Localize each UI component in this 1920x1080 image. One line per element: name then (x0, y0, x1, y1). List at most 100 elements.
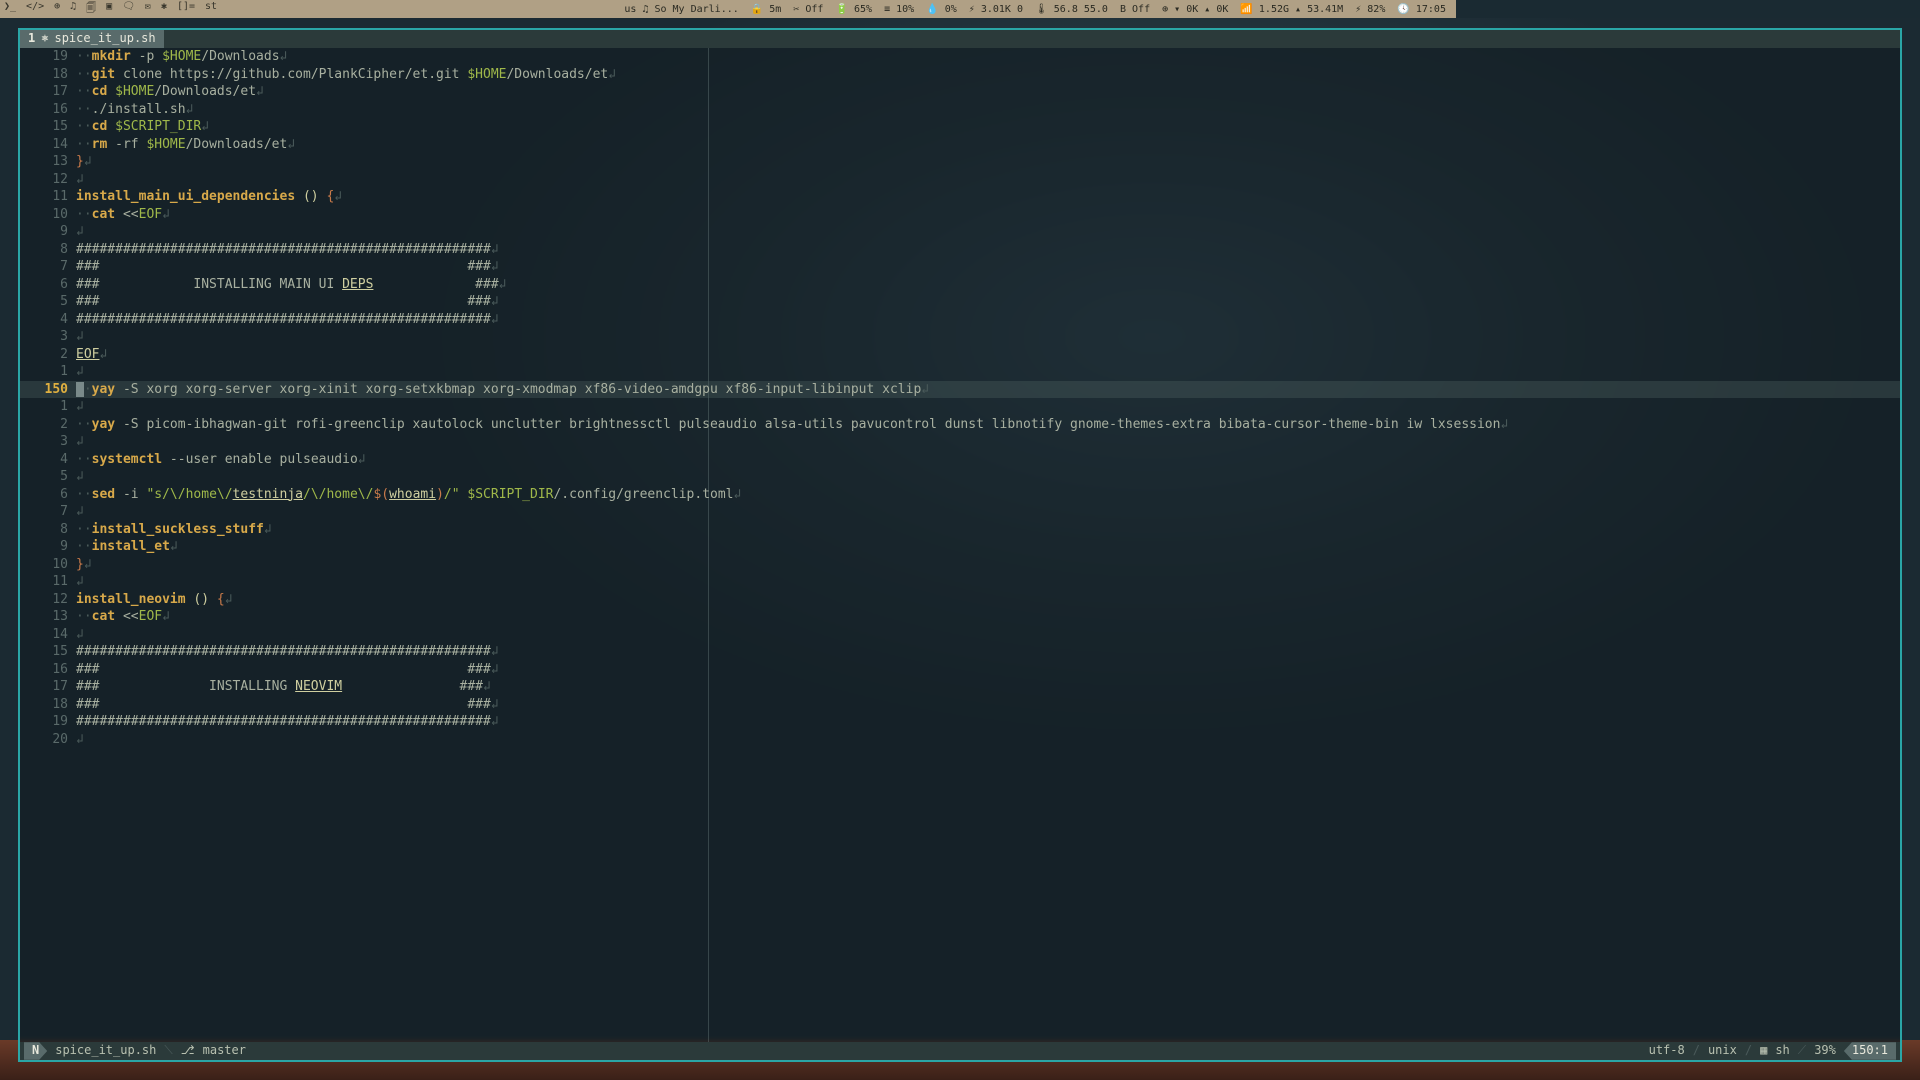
line-content[interactable]: ··mkdir -p $HOME/Downloads↲ (76, 48, 1900, 66)
code-line[interactable]: 150 ·yay -S xorg xorg-server xorg-xinit … (20, 381, 1900, 399)
tray-icon-7[interactable]: ✉ (145, 1, 151, 18)
code-line[interactable]: 13··cat <<EOF↲ (20, 608, 1900, 626)
code-line[interactable]: 19··mkdir -p $HOME/Downloads↲ (20, 48, 1900, 66)
line-content[interactable]: ··sed -i "s/\/home\/testninja/\/home\/$(… (76, 486, 1900, 504)
line-content[interactable]: ↲ (76, 328, 1900, 346)
code-line[interactable]: 14··rm -rf $HOME/Downloads/et↲ (20, 136, 1900, 154)
code-line[interactable]: 19######################################… (20, 713, 1900, 731)
line-content[interactable]: ### ###↲ (76, 293, 1900, 311)
line-content[interactable]: ·yay -S xorg xorg-server xorg-xinit xorg… (76, 381, 1900, 399)
code-line[interactable]: 14↲ (20, 626, 1900, 644)
code-line[interactable]: 4#######################################… (20, 311, 1900, 329)
tray-icon-3[interactable]: ♫ (70, 1, 76, 18)
line-content[interactable]: ··cd $HOME/Downloads/et↲ (76, 83, 1900, 101)
code-line[interactable]: 20↲ (20, 731, 1900, 749)
code-lines[interactable]: 19··mkdir -p $HOME/Downloads↲18··git clo… (20, 48, 1900, 1042)
code-line[interactable]: 10}↲ (20, 556, 1900, 574)
code-line[interactable]: 8··install_suckless_stuff↲ (20, 521, 1900, 539)
code-line[interactable]: 15######################################… (20, 643, 1900, 661)
code-line[interactable]: 5### ###↲ (20, 293, 1900, 311)
line-content[interactable]: ↲ (76, 731, 1900, 749)
tab-active[interactable]: 1 ⎈ spice_it_up.sh (20, 30, 164, 48)
code-line[interactable]: 16### ###↲ (20, 661, 1900, 679)
line-content[interactable]: ··./install.sh↲ (76, 101, 1900, 119)
line-content[interactable]: ↲ (76, 363, 1900, 381)
eol-marker: ↲ (186, 102, 194, 117)
line-content[interactable]: ### ###↲ (76, 696, 1900, 714)
tray-icon-9[interactable]: []= (177, 1, 195, 18)
line-content[interactable]: ↲ (76, 626, 1900, 644)
tray-icon-4[interactable]: 🗐 (86, 1, 96, 18)
code-line[interactable]: 13}↲ (20, 153, 1900, 171)
line-content[interactable]: }↲ (76, 153, 1900, 171)
line-content[interactable]: EOF↲ (76, 346, 1900, 364)
code-line[interactable]: 6··sed -i "s/\/home\/testninja/\/home\/$… (20, 486, 1900, 504)
line-content[interactable]: ··git clone https://github.com/PlankCiph… (76, 66, 1900, 84)
line-content[interactable]: ### ###↲ (76, 258, 1900, 276)
code-line[interactable]: 11install_main_ui_dependencies () {↲ (20, 188, 1900, 206)
line-content[interactable]: ↲ (76, 171, 1900, 189)
code-line[interactable]: 3↲ (20, 433, 1900, 451)
line-content[interactable]: ··systemctl --user enable pulseaudio↲ (76, 451, 1900, 469)
line-content[interactable]: ### INSTALLING NEOVIM ###↲ (76, 678, 1900, 696)
line-content[interactable]: ### ###↲ (76, 661, 1900, 679)
line-content[interactable]: ↲ (76, 573, 1900, 591)
line-content[interactable]: ··cd $SCRIPT_DIR↲ (76, 118, 1900, 136)
eol-marker: ↲ (921, 382, 929, 397)
line-content[interactable]: ### INSTALLING MAIN UI DEPS ###↲ (76, 276, 1900, 294)
line-content[interactable]: install_main_ui_dependencies () {↲ (76, 188, 1900, 206)
code-line[interactable]: 18··git clone https://github.com/PlankCi… (20, 66, 1900, 84)
tray-icon-0[interactable]: ❯_ (4, 1, 16, 18)
editor-tabbar[interactable]: 1 ⎈ spice_it_up.sh (20, 30, 1900, 48)
line-content[interactable]: ↲ (76, 468, 1900, 486)
code-line[interactable]: 1↲ (20, 363, 1900, 381)
editor-viewport[interactable]: 19··mkdir -p $HOME/Downloads↲18··git clo… (20, 48, 1900, 1042)
code-line[interactable]: 8#######################################… (20, 241, 1900, 259)
terminal-window[interactable]: 1 ⎈ spice_it_up.sh 19··mkdir -p $HOME/Do… (18, 28, 1902, 1062)
code-line[interactable]: 18### ###↲ (20, 696, 1900, 714)
code-line[interactable]: 2··yay -S picom-ibhagwan-git rofi-greenc… (20, 416, 1900, 434)
code-line[interactable]: 2EOF↲ (20, 346, 1900, 364)
code-line[interactable]: 17··cd $HOME/Downloads/et↲ (20, 83, 1900, 101)
tray-icons[interactable]: ❯_ </> ⊕ ♫ 🗐 ▣ 🗨 ✉ ✱ []= st (4, 1, 217, 18)
code-line[interactable]: 12install_neovim () {↲ (20, 591, 1900, 609)
line-content[interactable]: ↲ (76, 223, 1900, 241)
code-line[interactable]: 17### INSTALLING NEOVIM ###↲ (20, 678, 1900, 696)
line-content[interactable]: ########################################… (76, 643, 1900, 661)
code-line[interactable]: 9··install_et↲ (20, 538, 1900, 556)
line-content[interactable]: ··yay -S picom-ibhagwan-git rofi-greencl… (76, 416, 1900, 434)
code-line[interactable]: 1↲ (20, 398, 1900, 416)
tray-icon-8[interactable]: ✱ (161, 1, 167, 18)
code-line[interactable]: 4··systemctl --user enable pulseaudio↲ (20, 451, 1900, 469)
line-content[interactable]: ########################################… (76, 713, 1900, 731)
code-line[interactable]: 7### ###↲ (20, 258, 1900, 276)
line-content[interactable]: ··cat <<EOF↲ (76, 608, 1900, 626)
code-line[interactable]: 5↲ (20, 468, 1900, 486)
line-content[interactable]: ··cat <<EOF↲ (76, 206, 1900, 224)
code-line[interactable]: 7↲ (20, 503, 1900, 521)
code-line[interactable]: 10··cat <<EOF↲ (20, 206, 1900, 224)
tray-icon-5[interactable]: ▣ (106, 1, 112, 18)
line-content[interactable]: ··rm -rf $HOME/Downloads/et↲ (76, 136, 1900, 154)
line-content[interactable]: ↲ (76, 433, 1900, 451)
code-line[interactable]: 15··cd $SCRIPT_DIR↲ (20, 118, 1900, 136)
line-content[interactable]: }↲ (76, 556, 1900, 574)
code-line[interactable]: 9↲ (20, 223, 1900, 241)
code-line[interactable]: 11↲ (20, 573, 1900, 591)
tray-icon-10[interactable]: st (205, 1, 217, 18)
line-content[interactable]: ··install_et↲ (76, 538, 1900, 556)
tray-icon-6[interactable]: 🗨 (122, 1, 135, 18)
code-line[interactable]: 12↲ (20, 171, 1900, 189)
tray-icon-2[interactable]: ⊕ (54, 1, 60, 18)
line-content[interactable]: ··install_suckless_stuff↲ (76, 521, 1900, 539)
line-content[interactable]: ########################################… (76, 241, 1900, 259)
line-content[interactable]: install_neovim () {↲ (76, 591, 1900, 609)
code-line[interactable]: 3↲ (20, 328, 1900, 346)
line-content[interactable]: ↲ (76, 398, 1900, 416)
tray-icon-1[interactable]: </> (26, 1, 44, 18)
line-content[interactable]: ↲ (76, 503, 1900, 521)
tab-title: spice_it_up.sh (54, 30, 155, 48)
line-content[interactable]: ########################################… (76, 311, 1900, 329)
code-line[interactable]: 16··./install.sh↲ (20, 101, 1900, 119)
code-line[interactable]: 6### INSTALLING MAIN UI DEPS ###↲ (20, 276, 1900, 294)
